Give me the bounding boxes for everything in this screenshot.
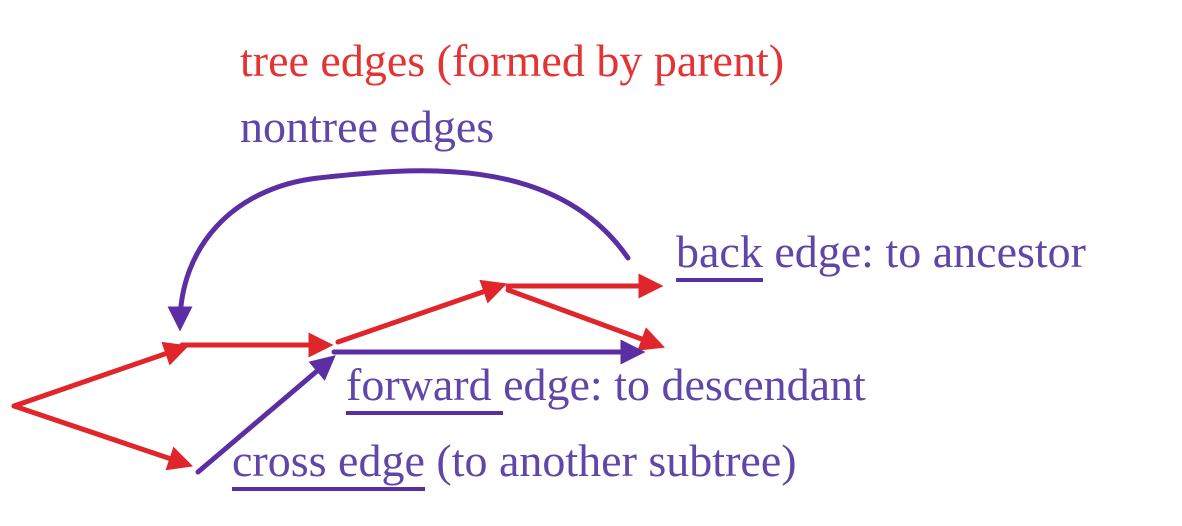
forward-edge-keyword: forward [346,359,504,415]
back-edge-description: edge: to ancestor [762,226,1086,277]
cross-edge-description: (to another subtree) [424,435,797,486]
tree-edge-c-to-f [505,287,666,351]
back-edge-arrow [167,168,631,332]
nontree-edges-legend: nontree edges [240,101,495,152]
tree-edge-root-to-d [11,403,194,471]
back-edge-label: back edge: to ancestor [676,226,1086,282]
forward-edge-label: forward edge: to descendant [346,359,866,415]
tree-edges-legend: tree edges (formed by parent) [240,35,785,86]
forward-edge-description: edge: to descendant [503,359,866,410]
back-edge-keyword: back [676,226,763,282]
tree-edge-b-to-c [335,279,508,345]
cross-edge-keyword: cross edge [232,435,425,491]
cross-edge-label: cross edge (to another subtree) [232,435,797,491]
tree-edge-root-to-a [11,341,190,409]
